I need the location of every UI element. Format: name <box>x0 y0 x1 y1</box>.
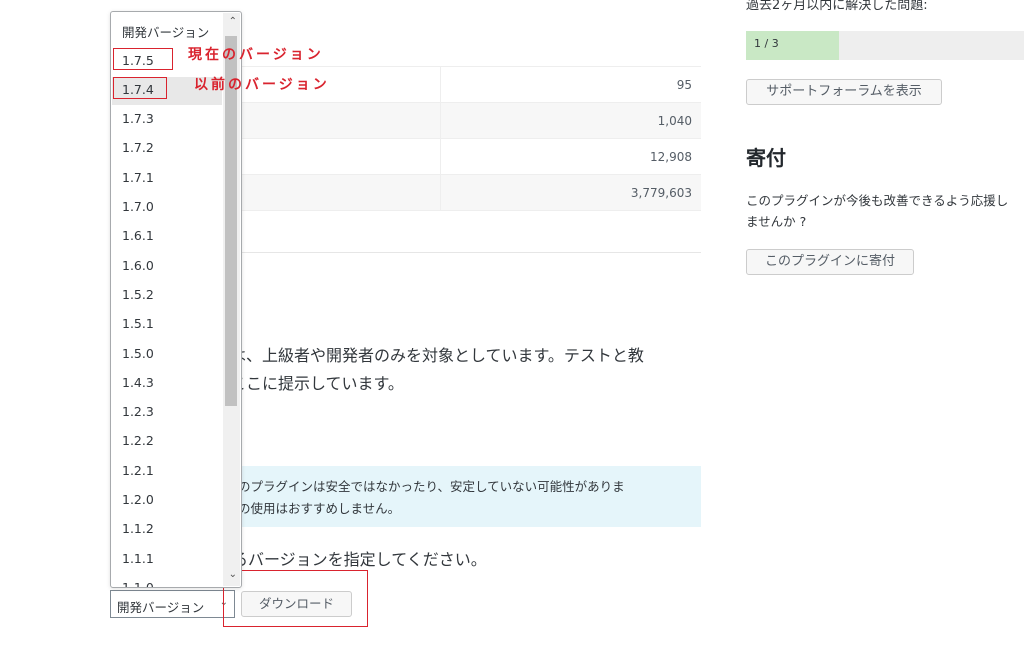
dropdown-option[interactable]: 1.5.1 <box>122 316 154 331</box>
donate-heading: 寄付 <box>746 146 786 170</box>
dropdown-option[interactable]: 1.2.1 <box>122 463 154 478</box>
table-row: 3,779,603 <box>238 174 701 211</box>
support-forum-button[interactable]: サポートフォーラムを表示 <box>746 79 942 105</box>
annotation-current-version: 現在のバージョン <box>188 47 324 63</box>
version-instruction: るバージョンを指定してください。 <box>232 550 487 569</box>
dropdown-option[interactable]: 1.7.2 <box>122 140 154 155</box>
section-divider <box>230 252 701 253</box>
highlight-box-current <box>113 48 173 70</box>
dropdown-option[interactable]: 1.7.1 <box>122 170 154 185</box>
resolved-issues-label: 過去2ヶ月以内に解決した問題: <box>746 0 928 13</box>
table-row: 12,908 <box>238 138 701 175</box>
dropdown-option[interactable]: 1.1.1 <box>122 551 154 566</box>
version-select[interactable]: 開発バージョン ⌄ <box>110 590 235 618</box>
dropdown-option[interactable]: 1.5.2 <box>122 287 154 302</box>
stat-value: 1,040 <box>440 102 701 139</box>
dropdown-option[interactable]: 1.7.3 <box>122 111 154 126</box>
chevron-down-icon[interactable]: ⌄ <box>229 569 237 580</box>
progress-text: 1 / 3 <box>754 37 779 50</box>
dropdown-option[interactable]: 1.5.0 <box>122 346 154 361</box>
resolved-issues-progress: 1 / 3 <box>746 31 1024 60</box>
stat-value: 3,779,603 <box>440 174 701 211</box>
annotation-previous-version: 以前のバージョン <box>194 77 330 93</box>
dropdown-option[interactable]: 1.2.0 <box>122 492 154 507</box>
dropdown-option[interactable]: 1.1.2 <box>122 521 154 536</box>
chevron-up-icon[interactable]: ⌃ <box>229 16 237 27</box>
dropdown-option[interactable]: 1.4.3 <box>122 375 154 390</box>
advanced-warning-text: は、上級者や開発者のみを対象としています。テストと教 ここに提示しています。 <box>230 346 644 393</box>
stat-value: 12,908 <box>440 138 701 175</box>
dropdown-option[interactable]: 1.7.0 <box>122 199 154 214</box>
dropdown-option[interactable]: 開発バージョン <box>122 22 209 41</box>
stat-value: 95 <box>440 66 701 103</box>
dropdown-option[interactable]: 1.1.0 <box>122 580 154 587</box>
highlight-box-previous <box>113 77 167 99</box>
version-select-value: 開発バージョン <box>117 600 205 615</box>
donate-description: このプラグインが今後も改善できるよう応援しませんか ? <box>746 193 1009 229</box>
dropdown-option[interactable]: 1.2.3 <box>122 404 154 419</box>
dropdown-option[interactable]: 1.6.1 <box>122 228 154 243</box>
highlight-box-download <box>223 570 368 627</box>
donate-button[interactable]: このプラグインに寄付 <box>746 249 914 275</box>
dropdown-option[interactable]: 1.6.0 <box>122 258 154 273</box>
table-row: 1,040 <box>238 102 701 139</box>
dropdown-option[interactable]: 1.2.2 <box>122 433 154 448</box>
security-notice: のプラグインは安全ではなかったり、安定していない可能性がありま の使用はおすすめ… <box>230 466 701 527</box>
